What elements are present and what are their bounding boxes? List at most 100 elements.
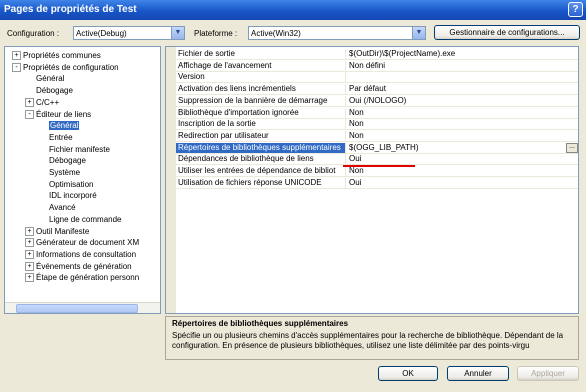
tree-item[interactable]: + Propriétés communes <box>12 50 101 61</box>
tree-item-label: Fichier manifeste <box>49 144 110 154</box>
description-title: Répertoires de bibliothèques supplémenta… <box>172 319 349 328</box>
expand-icon[interactable]: + <box>25 273 34 283</box>
annotation-underline <box>343 165 415 167</box>
tree-horizontal-scrollbar[interactable] <box>5 302 160 313</box>
property-value[interactable] <box>347 72 577 82</box>
property-name: Affichage de l'avancement <box>176 60 346 71</box>
tree-item[interactable]: + C/C++ <box>25 97 60 108</box>
property-name: Redirection par utilisateur <box>176 130 346 141</box>
property-value[interactable]: Oui <box>347 154 577 164</box>
tree-item[interactable]: - Éditeur de liens <box>25 109 92 120</box>
expand-icon[interactable]: + <box>25 261 34 271</box>
tree-item[interactable]: Avancé <box>49 202 76 213</box>
tree-item-label: Général <box>36 74 65 84</box>
tree-item[interactable]: Débogage <box>36 85 73 96</box>
property-name: Inscription de la sortie <box>176 119 346 130</box>
tree-item-label: Étape de génération personn <box>36 273 140 283</box>
expand-icon[interactable]: + <box>25 249 34 259</box>
cancel-button[interactable]: Annuler <box>447 366 509 381</box>
property-row[interactable]: Fichier de sortie $(OutDir)\$(ProjectName… <box>176 49 578 60</box>
description-panel: Répertoires de bibliothèques supplémenta… <box>165 316 579 360</box>
tree-item-label: Propriétés de configuration <box>23 62 119 72</box>
configuration-select[interactable]: Active(Debug) ▼ <box>73 26 185 40</box>
tree-item-label: Entrée <box>49 132 73 142</box>
tree-item-label: C/C++ <box>36 97 60 107</box>
property-name: Suppression de la bannière de démarrage <box>176 95 346 106</box>
tree-item[interactable]: + Étape de génération personn <box>25 272 140 283</box>
configuration-manager-button[interactable]: Gestionnaire de configurations... <box>434 25 580 40</box>
tree-item[interactable]: Fichier manifeste <box>49 144 110 155</box>
expand-icon[interactable]: + <box>25 238 34 248</box>
property-value[interactable]: Non <box>347 131 577 141</box>
tree-item-label: Événements de génération <box>36 261 132 271</box>
property-value[interactable]: $(OutDir)\$(ProjectName).exe <box>347 49 577 59</box>
tree-item-label: Avancé <box>49 203 76 213</box>
tree-item[interactable]: + Générateur de document XM <box>25 237 139 248</box>
tree-item[interactable]: + Outil Manifeste <box>25 226 90 237</box>
property-grid[interactable]: Fichier de sortie $(OutDir)\$(ProjectName… <box>165 46 579 314</box>
configuration-value: Active(Debug) <box>76 29 127 38</box>
expand-icon[interactable]: + <box>12 51 21 60</box>
collapse-icon[interactable]: - <box>25 109 34 119</box>
tree-item[interactable]: IDL incorporé <box>49 190 97 201</box>
property-row[interactable]: Suppression de la bannière de démarrage O… <box>176 95 578 107</box>
property-name: Fichier de sortie <box>176 49 346 59</box>
property-row[interactable]: Affichage de l'avancement Non défini <box>176 60 578 72</box>
tree-item-label: Informations de consultation <box>36 249 137 259</box>
platform-value: Active(Win32) <box>251 29 301 38</box>
property-name: Utilisation de fichiers réponse UNICODE <box>176 177 346 188</box>
property-name: Version <box>176 72 346 83</box>
property-row[interactable]: Utilisation de fichiers réponse UNICODE O… <box>176 177 578 189</box>
tree-item-label: Ligne de commande <box>49 214 122 224</box>
chevron-down-icon[interactable]: ▼ <box>171 27 184 39</box>
tree-item[interactable]: Général <box>49 120 80 131</box>
ok-button[interactable]: OK <box>378 366 438 381</box>
property-row[interactable]: Activation des liens incrémentiels Par dé… <box>176 84 578 96</box>
property-row[interactable]: Répertoires de bibliothèques supplémenta… <box>176 142 578 154</box>
help-icon[interactable]: ? <box>568 2 583 17</box>
property-row[interactable]: Dépendances de bibliothèque de liens Oui <box>176 154 578 166</box>
description-text: Spécifie un ou plusieurs chemins d'accès… <box>172 331 564 350</box>
tree-item[interactable]: - Propriétés de configuration <box>12 62 119 73</box>
property-value[interactable]: Oui (/NOLOGO) <box>347 96 577 106</box>
property-value[interactable]: $(OGG_LIB_PATH) <box>347 143 577 153</box>
property-value[interactable]: Oui <box>347 178 577 188</box>
tree-item-label: Débogage <box>36 86 73 96</box>
tree-item-label: Éditeur de liens <box>36 109 92 119</box>
property-value[interactable]: Non défini <box>347 61 577 71</box>
scrollbar-thumb[interactable] <box>16 304 138 313</box>
chevron-down-icon[interactable]: ▼ <box>412 27 425 39</box>
property-name: Dépendances de bibliothèque de liens <box>176 154 346 165</box>
title-bar: Pages de propriétés de Test ? <box>0 0 586 20</box>
browse-button[interactable]: ... <box>566 142 578 153</box>
tree-item-label: Optimisation <box>49 179 94 189</box>
platform-select[interactable]: Active(Win32) ▼ <box>248 26 426 40</box>
platform-label: Plateforme : <box>194 29 238 38</box>
collapse-icon[interactable]: - <box>12 62 21 72</box>
property-tree[interactable]: + Propriétés communes - Propriétés de confi… <box>4 46 161 314</box>
expand-icon[interactable]: + <box>25 226 34 236</box>
property-row[interactable]: Utiliser les entrées de dépendance de bi… <box>176 166 578 177</box>
property-name: Activation des liens incrémentiels <box>176 84 346 95</box>
property-row[interactable]: Bibliothèque d'importation ignorée Non <box>176 107 578 119</box>
property-row[interactable]: Inscription de la sortie Non <box>176 119 578 131</box>
tree-item-label: Outil Manifeste <box>36 226 90 236</box>
property-value[interactable]: Par défaut <box>347 84 577 94</box>
tree-item[interactable]: + Événements de génération <box>25 261 132 272</box>
expand-icon[interactable]: + <box>25 97 34 107</box>
property-value[interactable]: Non <box>347 166 577 176</box>
tree-item[interactable]: Système <box>49 167 80 178</box>
property-row[interactable]: Version <box>176 72 578 84</box>
tree-item[interactable]: Débogage <box>49 155 86 166</box>
tree-item-label: Propriétés communes <box>23 51 101 60</box>
tree-item[interactable]: Ligne de commande <box>49 214 122 225</box>
property-value[interactable]: Non <box>347 108 577 118</box>
property-row[interactable]: Redirection par utilisateur Non <box>176 130 578 142</box>
tree-item[interactable]: + Informations de consultation <box>25 249 137 260</box>
configuration-label: Configuration : <box>7 29 60 38</box>
tree-item[interactable]: Optimisation <box>49 179 93 190</box>
tree-item[interactable]: Général <box>36 73 64 84</box>
apply-button[interactable]: Appliquer <box>517 366 579 381</box>
property-value[interactable]: Non <box>347 119 577 129</box>
tree-item[interactable]: Entrée <box>49 132 73 143</box>
